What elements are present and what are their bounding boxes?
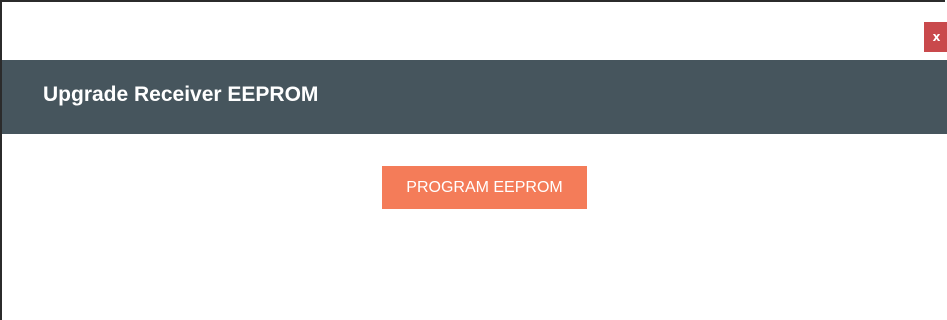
- dialog-header: Upgrade Receiver EEPROM: [2, 60, 947, 134]
- close-button[interactable]: x: [924, 22, 947, 52]
- program-eeprom-button[interactable]: PROGRAM EEPROM: [382, 166, 587, 209]
- upgrade-eeprom-dialog: x Upgrade Receiver EEPROM PROGRAM EEPROM: [0, 0, 947, 320]
- dialog-title: Upgrade Receiver EEPROM: [43, 83, 319, 106]
- close-icon: x: [932, 30, 941, 44]
